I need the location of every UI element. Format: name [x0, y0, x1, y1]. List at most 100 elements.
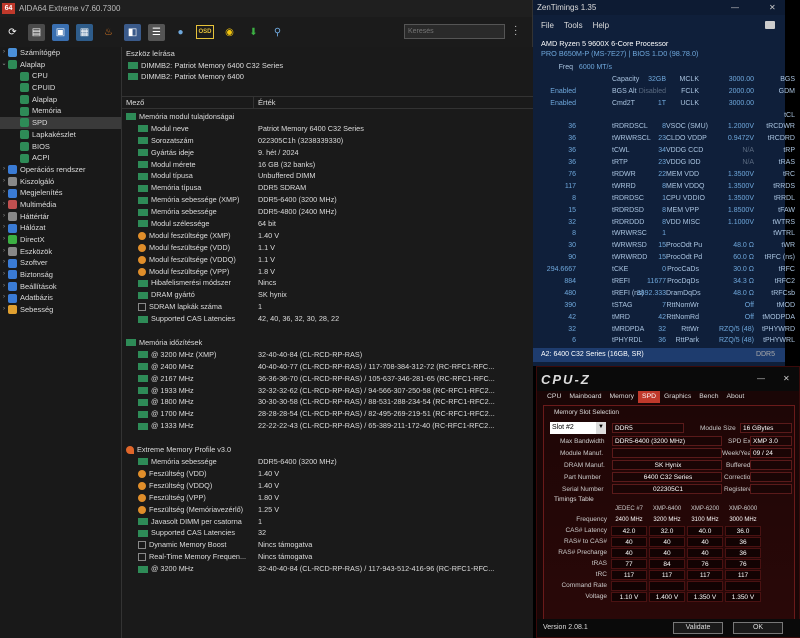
tab-memory[interactable]: Memory — [605, 391, 638, 403]
property-row[interactable]: Memória sebessége DDR5-4800 (2400 MHz) — [122, 206, 533, 218]
expand-arrow-icon[interactable]: › — [0, 47, 8, 59]
column-value[interactable]: Érték — [254, 97, 276, 108]
benchmark-icon[interactable]: ◧ — [124, 23, 141, 41]
expand-arrow-icon[interactable]: ⌄ — [0, 59, 8, 71]
tab-cpu[interactable]: CPU — [543, 391, 565, 403]
user-icon[interactable]: ● — [172, 24, 189, 41]
property-row[interactable]: DRAM gyártó SK hynix — [122, 289, 533, 301]
tab-mainboard[interactable]: Mainboard — [565, 391, 605, 403]
expand-arrow-icon[interactable]: › — [0, 187, 8, 199]
menu-help[interactable]: Help — [593, 21, 609, 30]
property-row[interactable]: Supported CAS Latencies 32 — [122, 527, 533, 539]
expand-arrow-icon[interactable]: › — [0, 292, 8, 304]
property-row[interactable]: Feszültség (VDD) 1.40 V — [122, 468, 533, 480]
device-item[interactable]: DIMMB2: Patriot Memory 6400 C32 Series — [122, 60, 533, 71]
property-row[interactable]: SDRAM lapkák száma 1 — [122, 301, 533, 313]
search-icon[interactable]: ⚲ — [269, 24, 286, 41]
tree-item[interactable]: › Kiszolgáló — [0, 176, 121, 188]
settings-icon[interactable]: ☰ — [148, 23, 165, 41]
expand-arrow-icon[interactable]: › — [0, 234, 8, 246]
minimize-icon[interactable]: — — [731, 3, 739, 12]
expand-arrow-icon[interactable]: › — [0, 176, 8, 188]
tree-item[interactable]: › Szoftver — [0, 257, 121, 269]
expand-arrow-icon[interactable]: › — [0, 222, 8, 234]
property-row[interactable]: @ 1800 MHz 30-30-30-58 (CL-RCD-RP-RAS) / … — [122, 396, 533, 408]
tree-item[interactable]: ACPI — [0, 152, 121, 164]
monitor-icon[interactable]: ◉ — [221, 24, 238, 41]
tree-item[interactable]: › Hálózat — [0, 222, 121, 234]
property-row[interactable]: Modul típusa Unbuffered DIMM — [122, 170, 533, 182]
expand-arrow-icon[interactable]: › — [0, 246, 8, 258]
tree-item[interactable]: SPD — [0, 117, 121, 129]
tree-item[interactable]: › Beállítások — [0, 281, 121, 293]
tab-about[interactable]: About — [723, 391, 749, 403]
tree-item[interactable]: › Számítógép — [0, 47, 121, 59]
property-row[interactable]: Modul feszültsége (VPP) 1.8 V — [122, 266, 533, 278]
tree-item[interactable]: Memória — [0, 105, 121, 117]
property-row[interactable]: @ 3200 MHz (XMP) 32-40-40-84 (CL-RCD-RP-R… — [122, 349, 533, 361]
expand-arrow-icon[interactable]: › — [0, 199, 8, 211]
device-item[interactable]: DIMMB2: Patriot Memory 6400 — [122, 71, 533, 82]
expand-arrow-icon[interactable]: › — [0, 257, 8, 269]
expand-arrow-icon[interactable]: › — [0, 211, 8, 223]
menu-tools[interactable]: Tools — [564, 21, 583, 30]
property-row[interactable]: Hibafelismerési módszer Nincs — [122, 277, 533, 289]
property-row[interactable]: Gyártás ideje 9. hét / 2024 — [122, 147, 533, 159]
tree-item[interactable]: BIOS — [0, 141, 121, 153]
property-row[interactable]: @ 2400 MHz 40-40-40-77 (CL-RCD-RP-RAS) / … — [122, 361, 533, 373]
column-field[interactable]: Mező — [122, 97, 254, 108]
expand-arrow-icon[interactable]: › — [0, 269, 8, 281]
property-row[interactable]: @ 1700 MHz 28-28-28-54 (CL-RCD-RP-RAS) / … — [122, 408, 533, 420]
tree-item[interactable]: Lapkakészlet — [0, 129, 121, 141]
tree-item[interactable]: CPU — [0, 70, 121, 82]
expand-arrow-icon[interactable]: › — [0, 164, 8, 176]
tree-item[interactable]: › Multimédia — [0, 199, 121, 211]
tree-item[interactable]: › Sebesség — [0, 304, 121, 316]
property-row[interactable]: Memória sebessége (XMP) DDR5-6400 (3200 M… — [122, 194, 533, 206]
property-row[interactable]: Memória sebessége DDR5-6400 (3200 MHz) — [122, 456, 533, 468]
property-row[interactable]: @ 2167 MHz 36-36-36-70 (CL-RCD-RP-RAS) / … — [122, 373, 533, 385]
menu-dots-icon[interactable]: · · · — [514, 22, 517, 40]
refresh-icon[interactable]: ⟳ — [4, 24, 21, 41]
group-header[interactable]: Extreme Memory Profile v3.0 — [122, 444, 533, 456]
tree-item[interactable]: › Háttértár — [0, 211, 121, 223]
tree-item[interactable]: › Operációs rendszer — [0, 164, 121, 176]
property-row[interactable]: Feszültség (VDDQ) 1.40 V — [122, 480, 533, 492]
slot-select[interactable]: Slot #2 ▼ — [550, 422, 606, 434]
expand-arrow-icon[interactable]: › — [0, 281, 8, 293]
property-row[interactable]: @ 3200 MHz 32-40-40-84 (CL-RCD-RP-RAS) / … — [122, 563, 533, 575]
property-row[interactable]: Javasolt DIMM per csatorna 1 — [122, 516, 533, 528]
tree-item[interactable]: › Eszközök — [0, 246, 121, 258]
tree-item[interactable]: › Biztonság — [0, 269, 121, 281]
property-row[interactable]: Modul neve Patriot Memory 6400 C32 Series — [122, 123, 533, 135]
tree-item[interactable]: CPUID — [0, 82, 121, 94]
property-row[interactable]: Modul szélessége 64 bit — [122, 218, 533, 230]
close-icon[interactable]: ✕ — [769, 3, 776, 12]
tab-spd[interactable]: SPD — [638, 391, 661, 403]
tab-graphics[interactable]: Graphics — [660, 391, 695, 403]
property-row[interactable]: @ 1333 MHz 22-22-22-43 (CL-RCD-RP-RAS) / … — [122, 420, 533, 432]
search-input[interactable] — [404, 24, 505, 39]
tree-item[interactable]: › DirectX — [0, 234, 121, 246]
property-row[interactable]: Modul feszültsége (VDDQ) 1.1 V — [122, 254, 533, 266]
property-row[interactable]: Modul feszültsége (VDD) 1.1 V — [122, 242, 533, 254]
tree-item[interactable]: › Megjelenítés — [0, 187, 121, 199]
property-row[interactable]: Memória típusa DDR5 SDRAM — [122, 182, 533, 194]
property-row[interactable]: Feszültség (VPP) 1.80 V — [122, 492, 533, 504]
property-row[interactable]: Supported CAS Latencies 42, 40, 36, 32, 3… — [122, 313, 533, 325]
download-icon[interactable]: ⬇ — [245, 24, 262, 41]
expand-arrow-icon[interactable]: › — [0, 304, 8, 316]
computer-icon[interactable]: ▣ — [52, 23, 69, 41]
group-header[interactable]: Memória modul tulajdonságai — [122, 111, 533, 123]
camera-icon[interactable] — [765, 21, 775, 29]
ok-button[interactable]: OK — [733, 622, 783, 634]
dimm-selector[interactable]: A2: 6400 C32 Series (16GB, SR) DDR5 — [533, 348, 785, 362]
report-icon[interactable]: ▤ — [28, 23, 45, 41]
minimize-icon[interactable]: — — [757, 374, 765, 383]
menu-file[interactable]: File — [541, 21, 554, 30]
property-row[interactable]: Modul mérete 16 GB (32 banks) — [122, 159, 533, 171]
property-row[interactable]: Sorozatszám 022305C1h (3238339330) — [122, 135, 533, 147]
property-row[interactable]: Feszültség (Memóriavezérlő) 1.25 V — [122, 504, 533, 516]
property-row[interactable]: Real-Time Memory Frequen... Nincs támogat… — [122, 551, 533, 563]
tab-bench[interactable]: Bench — [695, 391, 722, 403]
